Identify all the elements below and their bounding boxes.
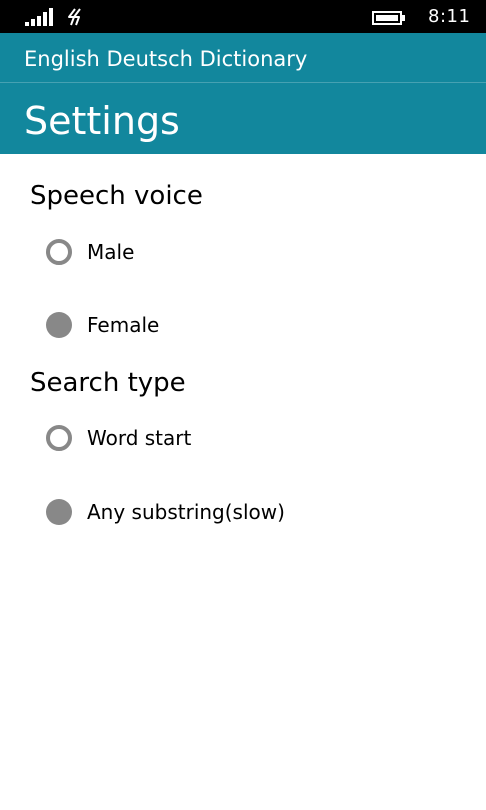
radio-checked-icon[interactable] — [46, 312, 72, 338]
app-title: English Deutsch Dictionary — [24, 47, 308, 71]
radio-checked-icon[interactable] — [46, 499, 72, 525]
data-connection-icon — [68, 8, 81, 26]
radio-unchecked-icon[interactable] — [46, 425, 72, 451]
radio-label: Word start — [87, 426, 192, 450]
radio-label: Any substring(slow) — [87, 500, 285, 524]
radio-option-male[interactable]: Male — [44, 236, 444, 268]
page-title: Settings — [24, 99, 180, 143]
radio-option-word-start[interactable]: Word start — [44, 422, 444, 454]
radio-label: Male — [87, 240, 135, 264]
radio-option-any-substring[interactable]: Any substring(slow) — [44, 496, 444, 528]
app-header: English Deutsch Dictionary Settings — [0, 33, 486, 154]
radio-label: Female — [87, 313, 160, 337]
signal-strength-icon — [25, 8, 53, 26]
battery-icon — [372, 11, 405, 25]
search-type-heading: Search type — [30, 368, 186, 398]
radio-unchecked-icon[interactable] — [46, 239, 72, 265]
status-time: 8:11 — [428, 6, 471, 27]
header-divider — [0, 82, 486, 83]
status-bar: 8:11 — [0, 0, 486, 33]
speech-voice-heading: Speech voice — [30, 181, 203, 211]
radio-option-female[interactable]: Female — [44, 309, 444, 341]
